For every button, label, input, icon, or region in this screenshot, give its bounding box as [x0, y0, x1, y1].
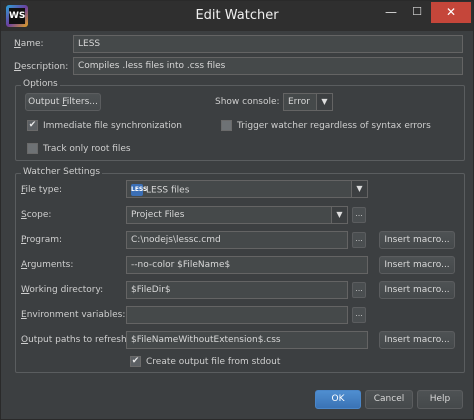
arguments-field[interactable]: --no-color $FileName$: [126, 256, 368, 274]
ok-button[interactable]: OK: [315, 390, 361, 409]
working-directory-insert-macro-button[interactable]: Insert macro...: [379, 281, 455, 299]
show-console-value: Error: [288, 97, 310, 107]
working-directory-field[interactable]: $FileDir$: [126, 281, 348, 299]
immediate-sync-label: Immediate file synchronization: [43, 121, 183, 131]
less-file-icon: LESS: [131, 184, 147, 196]
environment-variables-field[interactable]: [126, 306, 348, 324]
create-output-file-label: Create output file from stdout: [146, 357, 281, 367]
program-field[interactable]: C:\nodejs\lessc.cmd: [126, 231, 348, 249]
show-console-dropdown[interactable]: Error ▼: [283, 93, 333, 111]
track-root-files-checkbox[interactable]: [27, 143, 38, 154]
description-field[interactable]: Compiles .less files into .css files: [73, 57, 463, 75]
show-console-label: Show console:: [215, 97, 280, 107]
immediate-sync-checkbox[interactable]: ✔: [27, 120, 38, 131]
track-root-files-label: Track only root files: [43, 144, 131, 154]
chevron-down-icon: ▼: [351, 181, 367, 197]
close-button[interactable]: ✕: [431, 2, 471, 23]
program-browse-button[interactable]: ...: [352, 232, 366, 248]
file-type-label: File type:: [21, 185, 63, 195]
help-button[interactable]: Help: [417, 390, 463, 409]
description-label: Description:: [14, 62, 69, 72]
name-label: Name:: [14, 39, 44, 49]
chevron-down-icon: ▼: [316, 94, 332, 110]
watcher-settings-legend: Watcher Settings: [21, 167, 103, 177]
output-paths-field[interactable]: $FileNameWithoutExtension$.css: [126, 331, 368, 349]
scope-browse-button[interactable]: ...: [352, 207, 366, 223]
file-type-value: LESS files: [146, 185, 190, 196]
trigger-watcher-checkbox[interactable]: [221, 120, 232, 131]
program-insert-macro-button[interactable]: Insert macro...: [379, 231, 455, 249]
scope-label: Scope:: [21, 210, 52, 220]
cancel-button[interactable]: Cancel: [365, 390, 413, 409]
trigger-watcher-label: Trigger watcher regardless of syntax err…: [237, 121, 431, 131]
title-bar[interactable]: WS Edit Watcher — ☐ ✕: [1, 1, 473, 31]
environment-variables-label: Environment variables:: [21, 310, 126, 320]
environment-variables-browse-button[interactable]: ...: [352, 307, 366, 323]
file-type-dropdown[interactable]: LESSLESS files ▼: [126, 180, 368, 198]
working-directory-label: Working directory:: [21, 285, 104, 295]
minimize-button[interactable]: —: [378, 3, 404, 23]
scope-value: Project Files: [131, 210, 185, 220]
scope-dropdown[interactable]: Project Files ▼: [126, 206, 348, 224]
arguments-insert-macro-button[interactable]: Insert macro...: [379, 256, 455, 274]
maximize-button[interactable]: ☐: [404, 3, 430, 23]
options-legend: Options: [21, 79, 60, 89]
name-field[interactable]: LESS: [73, 35, 463, 53]
output-paths-label: Output paths to refresh:: [21, 335, 130, 345]
create-output-file-checkbox[interactable]: ✔: [130, 356, 141, 367]
program-label: Program:: [21, 235, 63, 245]
arguments-label: Arguments:: [21, 260, 74, 270]
chevron-down-icon: ▼: [331, 207, 347, 223]
output-filters-button[interactable]: Output Filters...: [25, 93, 101, 111]
working-directory-browse-button[interactable]: ...: [352, 282, 366, 298]
edit-watcher-dialog: WS Edit Watcher — ☐ ✕ Name: LESS Descrip…: [0, 0, 474, 420]
output-paths-insert-macro-button[interactable]: Insert macro...: [379, 331, 455, 349]
